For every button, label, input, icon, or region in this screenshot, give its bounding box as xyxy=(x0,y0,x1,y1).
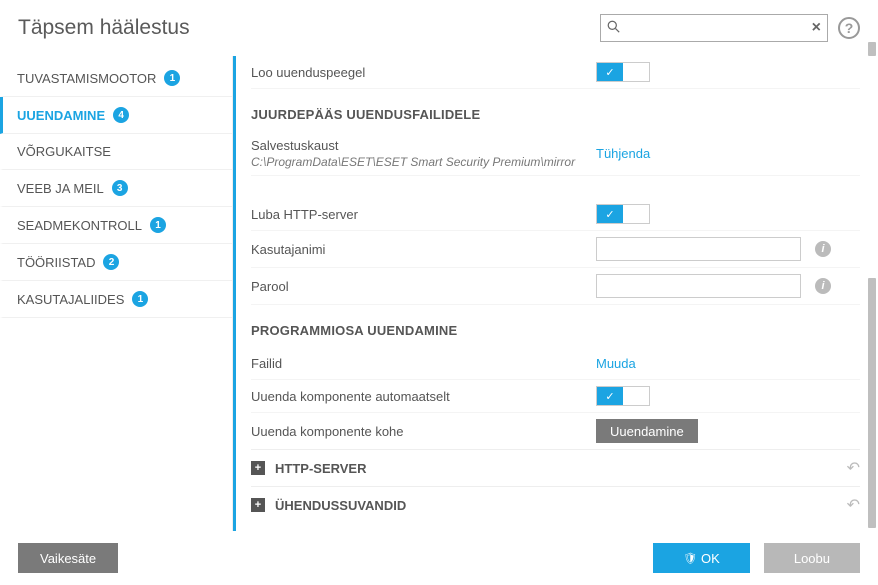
active-indicator xyxy=(233,56,236,536)
expand-http-server[interactable]: + HTTP-SERVER ↶ xyxy=(251,449,860,486)
auto-update-label: Uuenda komponente automaatselt xyxy=(251,389,596,404)
clear-icon[interactable]: × xyxy=(812,19,821,37)
auto-update-toggle[interactable]: ✓ xyxy=(596,386,650,406)
check-icon: ✓ xyxy=(597,387,623,405)
update-now-label: Uuenda komponente kohe xyxy=(251,424,596,439)
sidebar-item-label: TÖÖRIISTAD xyxy=(17,255,95,270)
info-icon[interactable]: i xyxy=(815,278,831,294)
check-icon: ✓ xyxy=(597,205,623,223)
default-button[interactable]: Vaikesäte xyxy=(18,543,118,573)
badge: 2 xyxy=(103,254,119,270)
badge: 1 xyxy=(132,291,148,307)
cancel-button[interactable]: Loobu xyxy=(764,543,860,573)
password-label: Parool xyxy=(251,279,596,294)
page-title: Täpsem häälestus xyxy=(18,16,190,40)
undo-icon[interactable]: ↶ xyxy=(847,458,860,478)
clear-link[interactable]: Tühjenda xyxy=(596,146,650,161)
username-input[interactable] xyxy=(596,237,801,261)
main-panel: Loo uuenduspeegel ✓ JUURDEPÄÄS UUENDUSFA… xyxy=(232,56,878,536)
create-mirror-toggle[interactable]: ✓ xyxy=(596,62,650,82)
storage-folder-path: C:\ProgramData\ESET\ESET Smart Security … xyxy=(251,155,596,169)
http-server-toggle[interactable]: ✓ xyxy=(596,204,650,224)
sidebar-item-web-email[interactable]: VEEB JA MEIL 3 xyxy=(0,170,232,207)
badge: 4 xyxy=(113,107,129,123)
files-label: Failid xyxy=(251,356,596,371)
scrollbar-thumb-top[interactable] xyxy=(868,42,876,56)
http-server-label: Luba HTTP-server xyxy=(251,207,596,222)
plus-icon: + xyxy=(251,498,265,512)
sidebar: TUVASTAMISMOOTOR 1 UUENDAMINE 4 VÕRGUKAI… xyxy=(0,56,232,536)
password-input[interactable] xyxy=(596,274,801,298)
shield-icon: 🛡 xyxy=(683,552,697,565)
sidebar-item-label: KASUTAJALIIDES xyxy=(17,292,124,307)
section-access-title: JUURDEPÄÄS UUENDUSFAILIDELE xyxy=(251,89,860,132)
ok-button[interactable]: 🛡 OK xyxy=(653,543,750,573)
sidebar-item-update[interactable]: UUENDAMINE 4 xyxy=(0,97,232,134)
help-button[interactable]: ? xyxy=(838,17,860,39)
sidebar-item-tools[interactable]: TÖÖRIISTAD 2 xyxy=(0,244,232,281)
check-icon: ✓ xyxy=(597,63,623,81)
sidebar-item-label: UUENDAMINE xyxy=(17,108,105,123)
badge: 1 xyxy=(164,70,180,86)
sidebar-item-device-control[interactable]: SEADMEKONTROLL 1 xyxy=(0,207,232,244)
undo-icon[interactable]: ↶ xyxy=(847,495,860,515)
badge: 3 xyxy=(112,180,128,196)
expand-conn-label: ÜHENDUSSUVANDID xyxy=(275,498,847,513)
scrollbar-thumb[interactable] xyxy=(868,278,876,528)
info-icon[interactable]: i xyxy=(815,241,831,257)
username-label: Kasutajanimi xyxy=(251,242,596,257)
expand-http-label: HTTP-SERVER xyxy=(275,461,847,476)
sidebar-item-label: SEADMEKONTROLL xyxy=(17,218,142,233)
sidebar-item-label: VÕRGUKAITSE xyxy=(17,144,111,159)
plus-icon: + xyxy=(251,461,265,475)
edit-link[interactable]: Muuda xyxy=(596,356,636,371)
update-button[interactable]: Uuendamine xyxy=(596,419,698,443)
ok-label: OK xyxy=(701,551,720,566)
sidebar-item-detection-engine[interactable]: TUVASTAMISMOOTOR 1 xyxy=(0,60,232,97)
search-icon xyxy=(607,20,620,36)
sidebar-item-label: VEEB JA MEIL xyxy=(17,181,104,196)
create-mirror-label: Loo uuenduspeegel xyxy=(251,65,596,80)
search-box[interactable]: × xyxy=(600,14,828,42)
expand-connection-options[interactable]: + ÜHENDUSSUVANDID ↶ xyxy=(251,486,860,523)
search-input[interactable] xyxy=(620,21,812,36)
storage-folder-label: Salvestuskaust xyxy=(251,138,596,153)
sidebar-item-network-protection[interactable]: VÕRGUKAITSE xyxy=(0,134,232,170)
badge: 1 xyxy=(150,217,166,233)
section-program-title: PROGRAMMIOSA UUENDAMINE xyxy=(251,305,860,348)
sidebar-item-label: TUVASTAMISMOOTOR xyxy=(17,71,156,86)
sidebar-item-ui[interactable]: KASUTAJALIIDES 1 xyxy=(0,281,232,318)
